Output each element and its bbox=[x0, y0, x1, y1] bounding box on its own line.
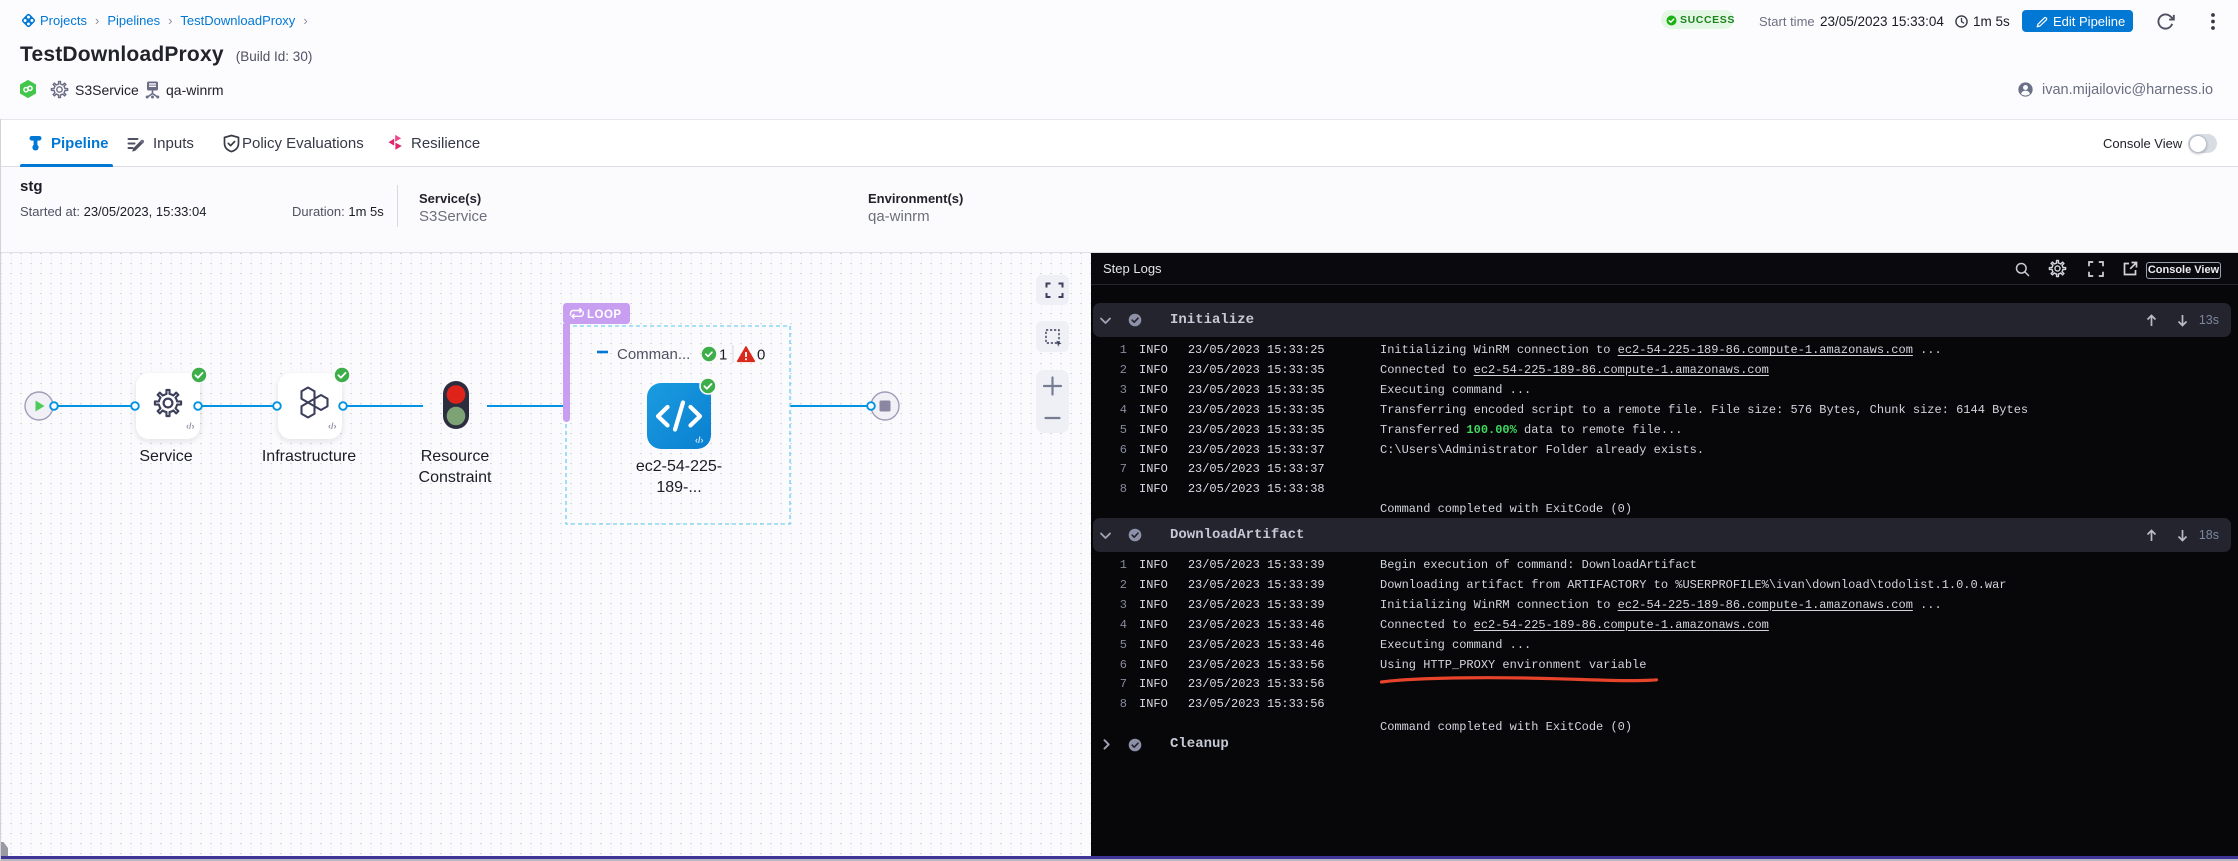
svg-text:ec2-54-225-: ec2-54-225- bbox=[636, 458, 722, 475]
svg-text:Service: Service bbox=[139, 448, 192, 465]
svg-text:189-...: 189-... bbox=[656, 479, 701, 496]
svg-text:Resource: Resource bbox=[421, 448, 490, 465]
svg-text:0: 0 bbox=[757, 347, 765, 364]
svg-text:Constraint: Constraint bbox=[419, 469, 492, 486]
svg-text:Comman...: Comman... bbox=[617, 346, 690, 363]
svg-text:1: 1 bbox=[719, 347, 727, 364]
svg-text:‹/›: ‹/› bbox=[695, 435, 704, 445]
svg-text:‹/›: ‹/› bbox=[328, 421, 337, 431]
svg-text:LOOP: LOOP bbox=[587, 309, 622, 321]
svg-text:‹/›: ‹/› bbox=[186, 421, 195, 431]
svg-text:Infrastructure: Infrastructure bbox=[262, 448, 356, 465]
